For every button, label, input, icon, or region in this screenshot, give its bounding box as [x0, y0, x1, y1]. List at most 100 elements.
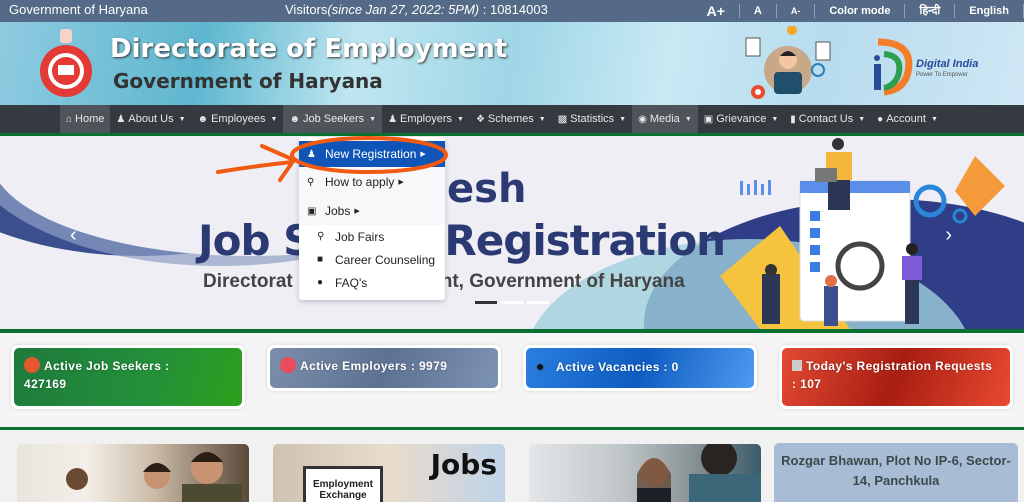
nav-label: Account: [886, 113, 926, 125]
menu-item-label: FAQ's: [335, 275, 368, 290]
main-nav: ⌂ Home ♟ About Us ▼ ☻ Employees ▼ ☻ Job Seeker…: [0, 105, 1024, 133]
nav-home[interactable]: ⌂ Home: [60, 105, 111, 133]
gov-label: Government of Haryana: [9, 2, 148, 17]
haryana-emblem-icon[interactable]: [38, 27, 94, 99]
caret-down-icon: ▼: [858, 115, 866, 123]
stat-value: 0: [671, 360, 679, 374]
font-increase-button[interactable]: A+: [693, 4, 740, 18]
nav-label: Media: [649, 113, 680, 125]
nav-schemes[interactable]: ❖ Schemes ▼: [470, 105, 552, 133]
menu-item-faqs[interactable]: ● FAQ's: [299, 271, 445, 294]
menu-item-jobs[interactable]: ▣ Jobs ▶: [299, 198, 445, 224]
digital-india-text: Digital India: [916, 58, 979, 70]
caret-down-icon: ▼: [930, 115, 938, 123]
carousel-indicators: [475, 301, 549, 304]
visitors-count: : 10814003: [479, 2, 548, 17]
nav-account[interactable]: ● Account ▼: [871, 105, 944, 133]
nav-grievance[interactable]: ▣ Grievance ▼: [698, 105, 785, 133]
nav-media[interactable]: ◉ Media ▼: [632, 105, 698, 133]
stat-card-active-employers[interactable]: Active Employers : 9979: [267, 345, 501, 391]
stat-card-active-vacancies[interactable]: ● Active Vacancies : 0: [523, 345, 757, 391]
caret-down-icon: ▼: [619, 115, 627, 123]
site-subtitle: Government of Haryana: [113, 69, 383, 93]
caret-right-icon: ▶: [398, 179, 404, 186]
stat-label: Active Job Seekers :: [44, 359, 170, 373]
nav-label: Statistics: [570, 113, 615, 125]
nav-statistics[interactable]: ▩ Statistics ▼: [552, 105, 632, 133]
menu-item-job-fairs[interactable]: ⚲ Job Fairs: [299, 225, 445, 248]
english-language-button[interactable]: English: [955, 4, 1024, 18]
stat-card-active-job-seekers[interactable]: Active Job Seekers : 427169: [11, 345, 245, 409]
menu-item-label: New Registration: [325, 147, 417, 161]
puzzle-icon: ❖: [475, 113, 485, 125]
nav-employers[interactable]: ♟ Employers ▼: [382, 105, 470, 133]
caret-down-icon: ▼: [178, 115, 186, 123]
nav-contact-us[interactable]: ▮ Contact Us ▼: [784, 105, 871, 133]
caret-down-icon: ▼: [270, 115, 278, 123]
nav-label: Home: [75, 113, 105, 125]
menu-item-label: Jobs: [325, 204, 351, 218]
digital-india-logo[interactable]: Digital India Power To Empower: [864, 32, 984, 96]
counseling-icon: ■: [317, 254, 324, 265]
employer-icon: [280, 357, 296, 373]
job-seekers-dropdown: ♟ New Registration ▶ ⚲ How to apply ▶ ▣ Jobs ▶…: [299, 137, 445, 300]
caret-down-icon: ▼: [369, 115, 377, 123]
menu-item-new-registration[interactable]: ♟ New Registration ▶: [299, 141, 445, 167]
banner-sub-left: Directorat: [203, 271, 293, 292]
site-title: Directorate of Employment: [110, 34, 508, 64]
caret-right-icon: ▶: [420, 151, 426, 158]
stat-value: 427169: [24, 377, 67, 391]
font-normal-button[interactable]: A: [740, 4, 777, 18]
job-seekers-icon: [24, 357, 40, 373]
comment-icon: ▣: [703, 113, 714, 125]
hero-carousel: esh Job S Registration Directorat nt, Gove…: [0, 136, 1024, 329]
nav-label: Contact Us: [798, 113, 854, 125]
caret-down-icon: ▼: [684, 115, 692, 123]
menu-item-career-counseling[interactable]: ■ Career Counseling: [299, 248, 445, 271]
employment-exchange-photo[interactable]: Employment Exchange Jobs: [273, 444, 505, 502]
mobile-icon: ▮: [790, 113, 796, 125]
font-decrease-button[interactable]: A-: [777, 4, 816, 18]
people-image-icon: [66, 452, 242, 502]
stat-label: Active Employers :: [300, 359, 416, 373]
person-icon: ●: [536, 358, 545, 374]
visitor-counter: Visitors(since Jan 27, 2022: 5PM) : 1081…: [285, 2, 548, 17]
sitemap-icon: ♟: [388, 113, 398, 125]
interview-image-icon: [637, 444, 761, 502]
site-header: Directorate of Employment Government of …: [0, 22, 1024, 105]
nav-label: About Us: [128, 113, 174, 125]
caret-right-icon: ▶: [354, 208, 360, 215]
stat-card-body: ● Active Vacancies : 0: [526, 348, 754, 388]
exchange-sign: Employment Exchange: [303, 466, 383, 502]
job-seekers-photo[interactable]: [17, 444, 249, 502]
interview-photo[interactable]: [529, 444, 761, 502]
hindi-language-button[interactable]: हिन्दी: [905, 4, 956, 18]
nav-about-us[interactable]: ♟ About Us ▼: [110, 105, 191, 133]
menu-item-label: Job Fairs: [335, 229, 385, 244]
person-icon: ♟: [307, 148, 316, 160]
nav-job-seekers[interactable]: ☻ Job Seekers ▼: [283, 105, 383, 133]
carousel-indicator[interactable]: [527, 301, 549, 304]
camera-icon: ◉: [638, 113, 647, 125]
nav-employees[interactable]: ☻ Employees ▼: [192, 105, 284, 133]
carousel-prev-icon[interactable]: ‹: [70, 224, 77, 247]
color-mode-button[interactable]: Color mode: [815, 4, 906, 18]
nav-label: Employers: [400, 113, 452, 125]
jobs-text: Jobs: [430, 448, 497, 481]
caret-down-icon: ▼: [771, 115, 779, 123]
nav-label: Job Seekers: [302, 113, 365, 125]
stat-value: 9979: [418, 359, 448, 373]
stat-card-body: Today's Registration Requests : 107: [782, 348, 1010, 406]
stat-label: Active Vacancies :: [556, 360, 668, 374]
register-icon: [792, 360, 802, 371]
carousel-indicator[interactable]: [501, 301, 523, 304]
sitemap-icon: ♟: [116, 113, 126, 125]
nav-label: Grievance: [716, 113, 767, 125]
stat-card-body: Active Employers : 9979: [270, 348, 498, 388]
accessibility-tools: A+ A A- Color mode हिन्दी English: [693, 0, 1024, 22]
menu-item-how-to-apply[interactable]: ⚲ How to apply ▶: [299, 169, 445, 195]
recruiter-illustration-icon: [745, 26, 831, 99]
stat-card-todays-registration[interactable]: Today's Registration Requests : 107: [779, 345, 1013, 409]
user-icon: ●: [877, 113, 884, 125]
carousel-indicator[interactable]: [475, 301, 497, 304]
